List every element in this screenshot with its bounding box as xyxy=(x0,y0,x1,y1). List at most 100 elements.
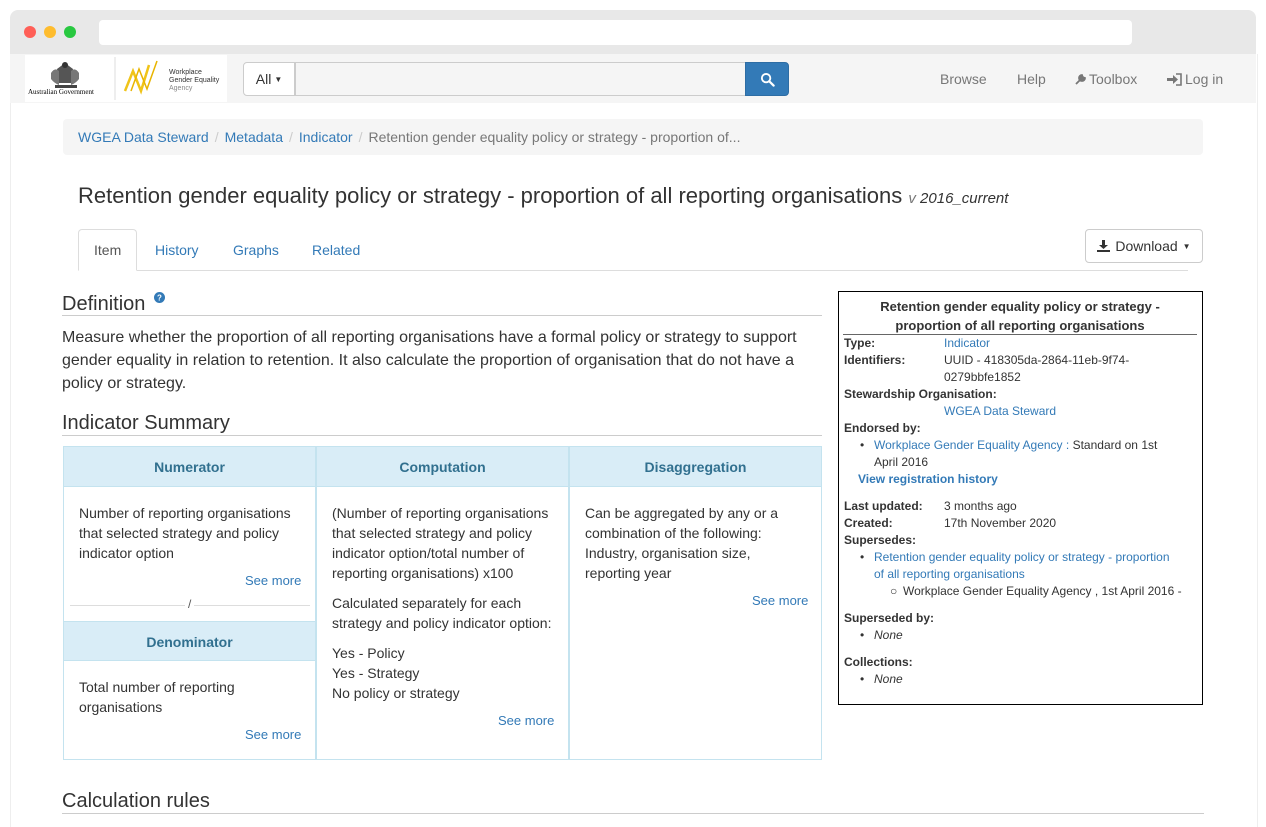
definition-rule xyxy=(62,315,822,316)
infobox-rule xyxy=(843,334,1197,335)
computation-option: Yes - Strategy xyxy=(332,665,420,681)
agency-logo-line: Agency xyxy=(169,85,193,92)
bullet-icon: • xyxy=(860,628,865,642)
bullet-icon: • xyxy=(860,438,865,452)
numerator-text: Number of reporting organisations that s… xyxy=(79,505,291,561)
breadcrumb: WGEA Data Steward / Metadata / Indicator… xyxy=(63,119,1203,155)
computation-option: No policy or strategy xyxy=(332,685,460,701)
endorsement-entry: Workplace Gender Equality Agency : Stand… xyxy=(874,438,1157,452)
supersedes-label: Supersedes: xyxy=(844,533,917,547)
collections-label: Collections: xyxy=(844,655,913,669)
calculation-rules-heading: Calculation rules xyxy=(62,790,210,812)
page-title-text: Retention gender equality policy or stra… xyxy=(78,183,903,208)
endorsed-label: Endorsed by: xyxy=(844,421,921,435)
search-scope-dropdown[interactable]: All ▼ xyxy=(243,62,295,96)
search-input[interactable] xyxy=(295,62,746,96)
breadcrumb-separator: / xyxy=(288,129,293,145)
computation-header: Computation xyxy=(317,447,568,487)
sign-in-icon xyxy=(1167,72,1182,86)
created-value: 17th November 2020 xyxy=(944,516,1057,530)
endorsement-date: April 2016 xyxy=(874,455,929,469)
created-label: Created: xyxy=(844,516,893,530)
version-prefix: v xyxy=(908,190,916,207)
identifiers-label: Identifiers: xyxy=(844,353,906,367)
help-icon[interactable]: ? xyxy=(153,292,165,303)
search-icon xyxy=(760,72,775,87)
numerator-header: Numerator xyxy=(64,447,315,487)
version-value: 2016_current xyxy=(920,190,1009,207)
search-button[interactable] xyxy=(745,62,789,96)
type-label: Type: xyxy=(844,336,876,350)
tab-graphs[interactable]: Graphs xyxy=(218,229,294,271)
search-scope-label: All xyxy=(255,71,272,87)
view-registration-history-link[interactable]: View registration history xyxy=(858,472,998,486)
breadcrumb-item[interactable]: Indicator xyxy=(299,129,353,145)
tab-related[interactable]: Related xyxy=(297,229,375,271)
version-label: v 2016_current xyxy=(908,190,1008,207)
indicator-summary-heading: Indicator Summary xyxy=(62,412,230,434)
supersedes-link[interactable]: Retention gender equality policy or stra… xyxy=(874,550,1170,564)
disaggregation-text: Can be aggregated by any or a combinatio… xyxy=(585,505,779,581)
identifiers-value: UUID - 418305da-2864-11eb-9f74- xyxy=(944,353,1130,367)
collections-value: None xyxy=(874,672,903,686)
computation-see-more-link[interactable]: See more xyxy=(498,713,554,728)
denominator-text: Total number of reporting organisations xyxy=(79,679,235,715)
infobox-title: Retention gender equality policy or stra… xyxy=(880,299,1160,333)
download-icon xyxy=(1097,240,1111,252)
gov-logo-label: Australian Government xyxy=(28,88,94,96)
nav-login-label: Log in xyxy=(1185,71,1224,87)
summary-rule xyxy=(62,435,822,436)
computation-formula-text: (Number of reporting organisations that … xyxy=(332,505,549,581)
breadcrumb-current: Retention gender equality policy or stra… xyxy=(368,129,741,145)
download-label: Download xyxy=(1115,238,1178,254)
maximize-window-button[interactable] xyxy=(64,26,76,38)
definition-heading: Definition ? xyxy=(62,292,165,316)
wrench-icon xyxy=(1075,74,1086,85)
bullet-icon: • xyxy=(860,672,865,686)
identifiers-value-cont: 0279bbfe1852 xyxy=(944,370,1021,384)
denominator-see-more-link[interactable]: See more xyxy=(245,727,301,742)
breadcrumb-separator: / xyxy=(358,129,363,145)
circle-bullet-icon: ○ xyxy=(890,584,898,598)
endorsement-status: Standard on 1st xyxy=(1072,438,1158,452)
nav-help-link[interactable]: Help xyxy=(1017,71,1046,87)
last-updated-label: Last updated: xyxy=(844,499,923,513)
supersedes-detail: Workplace Gender Equality Agency , 1st A… xyxy=(903,584,1182,598)
caret-down-icon: ▼ xyxy=(1182,241,1191,251)
caret-down-icon: ▼ xyxy=(274,74,283,84)
stewardship-label: Stewardship Organisation: xyxy=(844,387,997,401)
page-title: Retention gender equality policy or stra… xyxy=(78,183,1008,209)
tab-history[interactable]: History xyxy=(140,229,214,271)
supersedes-link-cont[interactable]: of all reporting organisations xyxy=(874,567,1025,581)
last-updated-value: 3 months ago xyxy=(944,499,1017,513)
tab-item[interactable]: Item xyxy=(78,229,138,271)
nav-login-link[interactable]: Log in xyxy=(1166,71,1223,87)
fraction-divider-symbol: / xyxy=(185,597,195,611)
type-value-link[interactable]: Indicator xyxy=(944,336,990,350)
nav-toolbox-label: Toolbox xyxy=(1089,71,1138,87)
close-window-button[interactable] xyxy=(24,26,36,38)
computation-note-text: Calculated separately for each strategy … xyxy=(332,595,552,631)
nav-browse-link[interactable]: Browse xyxy=(940,71,987,87)
download-button[interactable]: Download ▼ xyxy=(1085,229,1203,263)
endorsement-colon: : xyxy=(1065,438,1070,452)
agency-logo-text: Workplace Gender Equality Agency xyxy=(169,69,219,93)
endorsing-org-link[interactable]: Workplace Gender Equality Agency xyxy=(874,438,1063,452)
numerator-see-more-link[interactable]: See more xyxy=(245,573,301,588)
bullet-icon: • xyxy=(860,550,865,564)
definition-text: Measure whether the proportion of all re… xyxy=(62,329,797,392)
agency-logo-line: Workplace xyxy=(169,69,202,76)
computation-options-list: Yes - Policy Yes - Strategy No policy or… xyxy=(332,643,557,703)
address-bar[interactable] xyxy=(99,20,1132,45)
superseded-by-label: Superseded by: xyxy=(844,611,935,625)
breadcrumb-separator: / xyxy=(214,129,219,145)
breadcrumb-item[interactable]: WGEA Data Steward xyxy=(78,129,209,145)
nav-toolbox-link[interactable]: Toolbox xyxy=(1075,71,1137,87)
svg-text:?: ? xyxy=(157,294,162,303)
stewardship-link[interactable]: WGEA Data Steward xyxy=(944,404,1056,418)
definition-heading-text: Definition xyxy=(62,293,146,315)
minimize-window-button[interactable] xyxy=(44,26,56,38)
computation-option: Yes - Policy xyxy=(332,645,405,661)
disaggregation-see-more-link[interactable]: See more xyxy=(752,593,808,608)
breadcrumb-item[interactable]: Metadata xyxy=(225,129,283,145)
